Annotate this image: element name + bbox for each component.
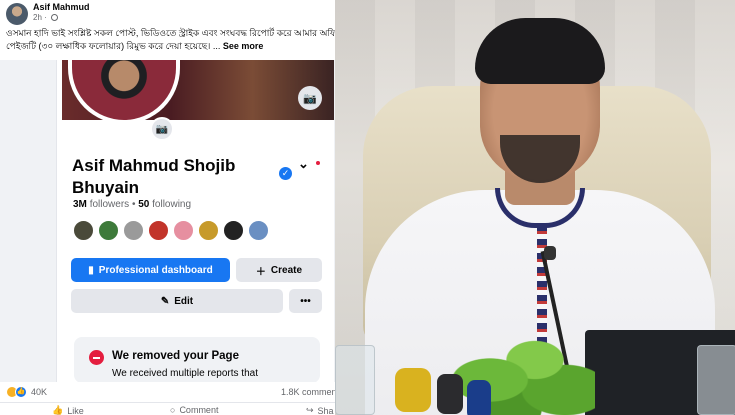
more-options-label: ••• [300,295,311,307]
friend-avatars [73,220,273,241]
friend-avatar[interactable] [223,220,244,241]
create-label: Create [270,264,303,276]
friend-avatar[interactable] [73,220,94,241]
following-label: following [152,199,192,210]
press-microphones [365,360,505,415]
followers-label: followers [89,199,130,210]
see-more-link[interactable]: See more [223,41,264,51]
avatar[interactable] [6,3,28,25]
comment-icon: ○ [170,405,176,415]
stats-separator: • [131,199,136,210]
comments-count[interactable]: 1.8K commen [281,387,335,397]
share-label: Sha [317,405,334,415]
post-caption: ওসমান হাদি ভাই সংশ্লিষ্ট সকল পোস্ট, ভিডি… [6,27,335,52]
bar-chart-icon: ▮ [88,264,94,276]
hair [475,18,605,84]
removed-title: We removed your Page [112,350,239,362]
reactions-bar: 👍 40K 1.8K commen [0,382,335,402]
yellow-microphone [395,368,431,412]
followers-count[interactable]: 3M [73,199,87,210]
edit-button[interactable]: ✎ Edit [71,289,283,313]
press-photo [335,0,735,415]
removed-text: We received multiple reports that [112,368,258,379]
profile-stats: 3M followers • 50 following [73,199,191,210]
chevron-down-icon[interactable]: ⌄ [298,156,309,172]
comment-label: Comment [179,405,219,415]
friend-avatar[interactable] [98,220,119,241]
microphone-icon [544,246,556,260]
black-microphone [437,374,463,414]
friend-avatar[interactable] [173,220,194,241]
more-options-button[interactable]: ••• [289,289,322,313]
post-actions: 👍 Like ○ Comment ↪ Sha [0,402,335,415]
friend-avatar[interactable] [248,220,269,241]
facebook-post: 📷 📷 Asif Mahmud Shojib Bhuyain ✓ ⌄ 3M fo… [0,0,335,415]
water-glass [335,345,375,415]
share-icon: ↪ [306,405,314,415]
friend-avatar[interactable] [198,220,219,241]
caption-text: ওসমান হাদি ভাই সংশ্লিষ্ট সকল পোস্ট, ভিডি… [6,28,335,51]
pencil-icon: ✎ [160,295,170,307]
reaction-icons[interactable]: 👍 [6,386,27,398]
thumbs-up-icon: 👍 [52,405,64,415]
page-removed-notice[interactable]: We removed your Page We received multipl… [74,337,320,382]
share-button[interactable]: ↪ Sha [306,405,334,415]
like-reaction-icon: 👍 [15,386,27,398]
like-button[interactable]: 👍 Like [52,405,84,415]
comment-button[interactable]: ○ Comment [170,405,218,415]
reaction-count[interactable]: 40K [31,387,47,397]
friend-avatar[interactable] [123,220,144,241]
alert-icon [89,350,104,365]
verified-badge-icon: ✓ [279,167,292,180]
blue-microphone [467,380,491,415]
professional-dashboard-label: Professional dashboard [98,264,213,276]
friend-avatar[interactable] [148,220,169,241]
post-time-text: 2h [33,13,42,22]
like-label: Like [67,405,84,415]
post-time[interactable]: 2h · [33,13,59,22]
post-header: Asif Mahmud 2h · ••• ওসমান হাদি ভাই সংশ্… [0,0,335,60]
post-author[interactable]: Asif Mahmud [33,2,90,12]
professional-dashboard-button[interactable]: ▮ Professional dashboard [71,258,230,282]
water-glass [697,345,735,415]
edit-label: Edit [174,295,194,307]
create-button[interactable]: ＋ Create [236,258,322,282]
following-count[interactable]: 50 [138,199,149,210]
camera-icon[interactable]: 📷 [298,86,322,110]
embedded-profile-screenshot: 📷 📷 Asif Mahmud Shojib Bhuyain ✓ ⌄ 3M fo… [0,60,335,382]
globe-icon [51,14,59,21]
plus-icon: ＋ [255,266,266,278]
notification-dot [316,161,320,165]
camera-icon[interactable]: 📷 [150,117,174,141]
profile-name: Asif Mahmud Shojib Bhuyain [72,156,236,197]
